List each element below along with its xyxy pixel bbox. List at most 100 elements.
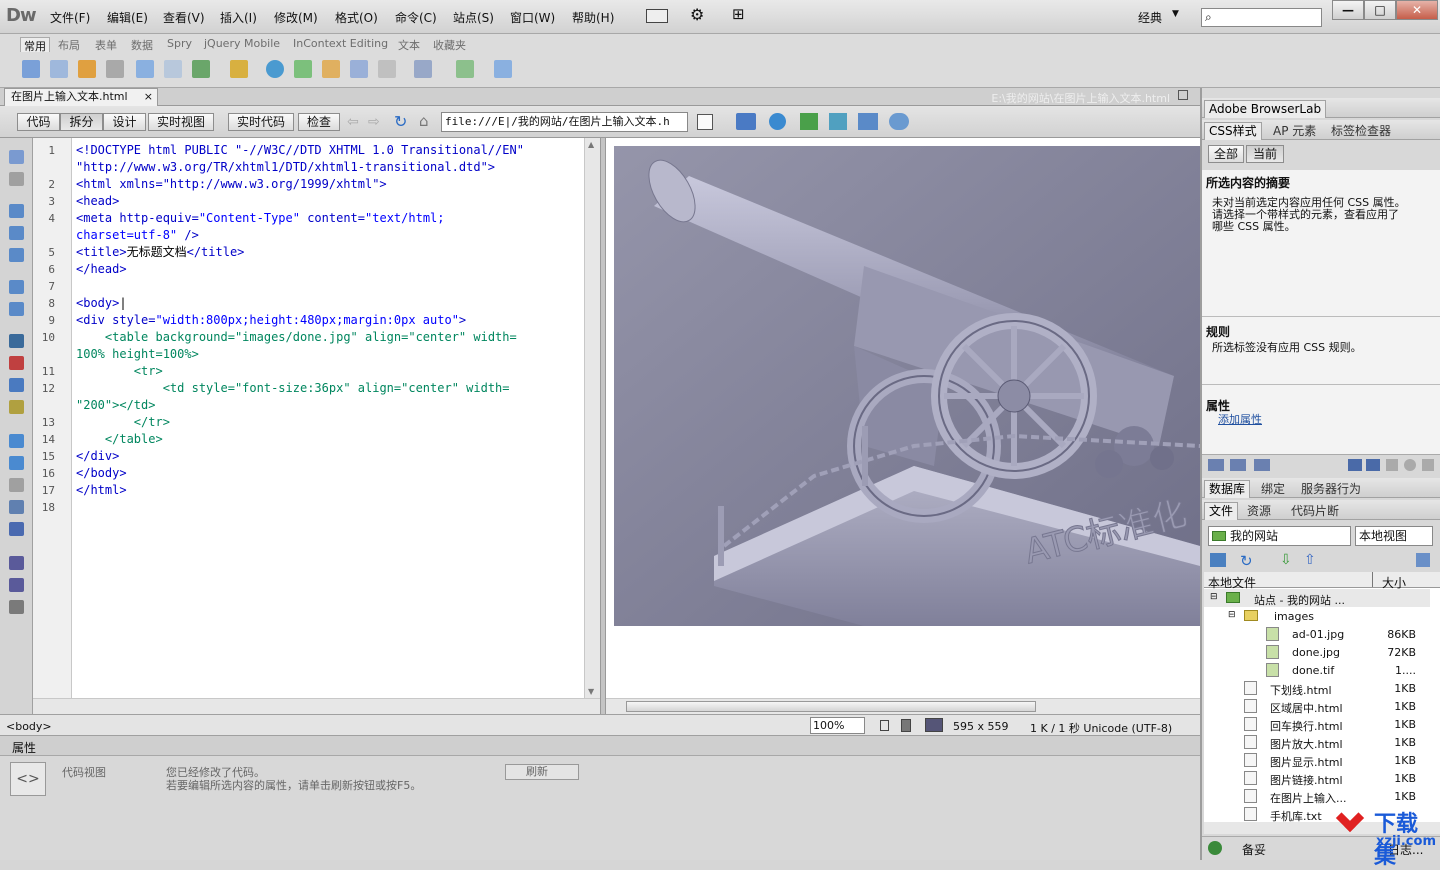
code-editor[interactable]: <!DOCTYPE html PUBLIC "-//W3C//DTD XHTML…: [72, 138, 584, 698]
forward-icon[interactable]: ⇨: [368, 114, 380, 130]
syntax-coloring-icon[interactable]: [9, 400, 24, 414]
highlight-invalid-icon[interactable]: [9, 356, 24, 370]
tab-server-behaviors[interactable]: 服务器行为: [1296, 480, 1366, 498]
recent-snippets-icon[interactable]: [9, 500, 24, 514]
wrap-tag-icon[interactable]: [9, 478, 24, 492]
file-management-icon[interactable]: [800, 113, 818, 130]
code-line[interactable]: charset=utf-8" />: [76, 227, 199, 244]
code-line[interactable]: <body>|: [76, 295, 127, 312]
desktop-size-icon[interactable]: [880, 720, 889, 731]
table-icon[interactable]: [136, 60, 154, 78]
browserlab-panel-header[interactable]: Adobe BrowserLab: [1202, 98, 1440, 118]
menu-commands[interactable]: 命令(C): [395, 9, 437, 26]
server-include-icon[interactable]: [294, 60, 312, 78]
code-line[interactable]: </html>: [76, 482, 127, 499]
tab-ap-elements[interactable]: AP 元素: [1268, 122, 1321, 140]
insert-tab-spry[interactable]: Spry: [167, 37, 192, 52]
comment-icon[interactable]: [322, 60, 340, 78]
tablet-size-icon[interactable]: [901, 719, 911, 732]
code-vertical-scrollbar[interactable]: ▲ ▼: [584, 138, 600, 698]
insert-tab-layout[interactable]: 布局: [58, 37, 80, 52]
refresh-files-icon[interactable]: ↻: [1240, 552, 1253, 570]
site-tree-icon[interactable]: ⊞: [732, 5, 745, 23]
css-all-button[interactable]: 全部: [1208, 145, 1244, 163]
multiscreen-icon[interactable]: [736, 113, 756, 130]
design-view-button[interactable]: 设计: [103, 113, 146, 131]
browserlab-tab[interactable]: Adobe BrowserLab: [1204, 100, 1327, 118]
code-line[interactable]: "http://www.w3.org/TR/xhtml1/DTD/xhtml1-…: [76, 159, 495, 176]
image-icon[interactable]: [192, 60, 210, 78]
code-line[interactable]: </head>: [76, 261, 127, 278]
get-files-icon[interactable]: ⇩: [1280, 552, 1292, 568]
insert-tab-forms[interactable]: 表单: [95, 37, 117, 52]
media-icon[interactable]: [230, 60, 248, 78]
address-input[interactable]: file:///E|/我的网站/在图片上输入文本.h: [441, 112, 688, 132]
collapse-icon[interactable]: ⊟: [1228, 610, 1236, 620]
code-line[interactable]: <meta http-equiv="Content-Type" content=…: [76, 210, 445, 227]
close-icon[interactable]: ×: [144, 89, 153, 105]
menu-view[interactable]: 查看(V): [163, 9, 205, 26]
code-line[interactable]: </body>: [76, 465, 127, 482]
code-line[interactable]: <!DOCTYPE html PUBLIC "-//W3C//DTD XHTML…: [76, 142, 524, 159]
code-line[interactable]: <div style="width:800px;height:480px;mar…: [76, 312, 466, 329]
new-css-rule-icon[interactable]: [1366, 459, 1380, 471]
category-view-icon[interactable]: [1208, 459, 1224, 471]
minimize-button[interactable]: —: [1332, 0, 1364, 20]
snippet-icon[interactable]: [494, 60, 512, 78]
workspace-switcher[interactable]: 经典: [1138, 9, 1162, 26]
window-size[interactable]: 595 x 559: [953, 720, 1009, 733]
file-row[interactable]: 回车换行.html 1KB: [1204, 715, 1430, 733]
restore-icon[interactable]: [1178, 90, 1188, 100]
menu-edit[interactable]: 编辑(E): [107, 9, 148, 26]
alpha-view-icon[interactable]: [1230, 459, 1246, 471]
expand-panel-icon[interactable]: [1416, 553, 1430, 567]
scroll-down-icon[interactable]: ▼: [588, 687, 594, 696]
connect-icon[interactable]: [1210, 553, 1226, 567]
gear-icon[interactable]: ⚙: [690, 5, 704, 24]
menu-help[interactable]: 帮助(H): [572, 9, 614, 26]
design-view[interactable]: ATC标准化: [606, 138, 1200, 698]
insert-tab-data[interactable]: 数据: [131, 37, 153, 52]
menu-format[interactable]: 格式(O): [335, 9, 378, 26]
collapse-tag-icon[interactable]: [9, 204, 24, 218]
put-files-icon[interactable]: ⇧: [1304, 552, 1316, 568]
tab-bindings[interactable]: 绑定: [1256, 480, 1290, 498]
inspect-button[interactable]: 检查: [298, 113, 340, 131]
code-line[interactable]: </div>: [76, 448, 119, 465]
line-numbers-icon[interactable]: [9, 334, 24, 348]
tab-databases[interactable]: 数据库: [1204, 480, 1251, 498]
code-line[interactable]: <title>无标题文档</title>: [76, 244, 244, 261]
set-properties-icon[interactable]: [1254, 459, 1270, 471]
code-line[interactable]: <html xmlns="http://www.w3.org/1999/xhtm…: [76, 176, 387, 193]
site-select[interactable]: 我的网站: [1208, 526, 1351, 546]
file-row[interactable]: 图片放大.html 1KB: [1204, 733, 1430, 751]
remove-comment-icon[interactable]: [9, 456, 24, 470]
file-row[interactable]: done.jpg 72KB: [1204, 643, 1430, 661]
file-row[interactable]: 图片链接.html 1KB: [1204, 769, 1430, 787]
email-link-icon[interactable]: [50, 60, 68, 78]
code-line[interactable]: </table>: [76, 431, 163, 448]
maximize-button[interactable]: □: [1364, 0, 1396, 20]
menu-insert[interactable]: 插入(I): [220, 9, 257, 26]
edit-rule-icon[interactable]: [1386, 459, 1398, 471]
refresh-button[interactable]: 刷新: [505, 764, 579, 780]
site-root-row[interactable]: ⊟ 站点 - 我的网站 ...: [1204, 589, 1430, 607]
refresh-icon[interactable]: ↻: [394, 112, 407, 131]
scroll-up-icon[interactable]: ▲: [588, 140, 594, 149]
code-line[interactable]: </tr>: [76, 414, 170, 431]
code-line[interactable]: <table background="images/done.jpg" alig…: [76, 329, 517, 346]
images-folder-row[interactable]: ⊟ images: [1204, 607, 1430, 625]
document-tab[interactable]: 在图片上输入文本.html ×: [4, 88, 158, 106]
horizontal-rule-icon[interactable]: [106, 60, 124, 78]
code-line[interactable]: <td style="font-size:36px" align="center…: [76, 380, 510, 397]
view-select[interactable]: 本地视图: [1355, 526, 1433, 546]
view-options-icon[interactable]: [889, 113, 909, 130]
menu-modify[interactable]: 修改(M): [274, 9, 318, 26]
code-line[interactable]: <head>: [76, 193, 119, 210]
chevron-down-icon[interactable]: ▼: [1172, 9, 1179, 19]
design-horizontal-scrollbar[interactable]: [606, 698, 1200, 714]
div-icon[interactable]: [164, 60, 182, 78]
preview-browser-icon[interactable]: [769, 113, 786, 130]
attach-stylesheet-icon[interactable]: [1348, 459, 1362, 471]
back-icon[interactable]: ⇦: [347, 114, 359, 130]
